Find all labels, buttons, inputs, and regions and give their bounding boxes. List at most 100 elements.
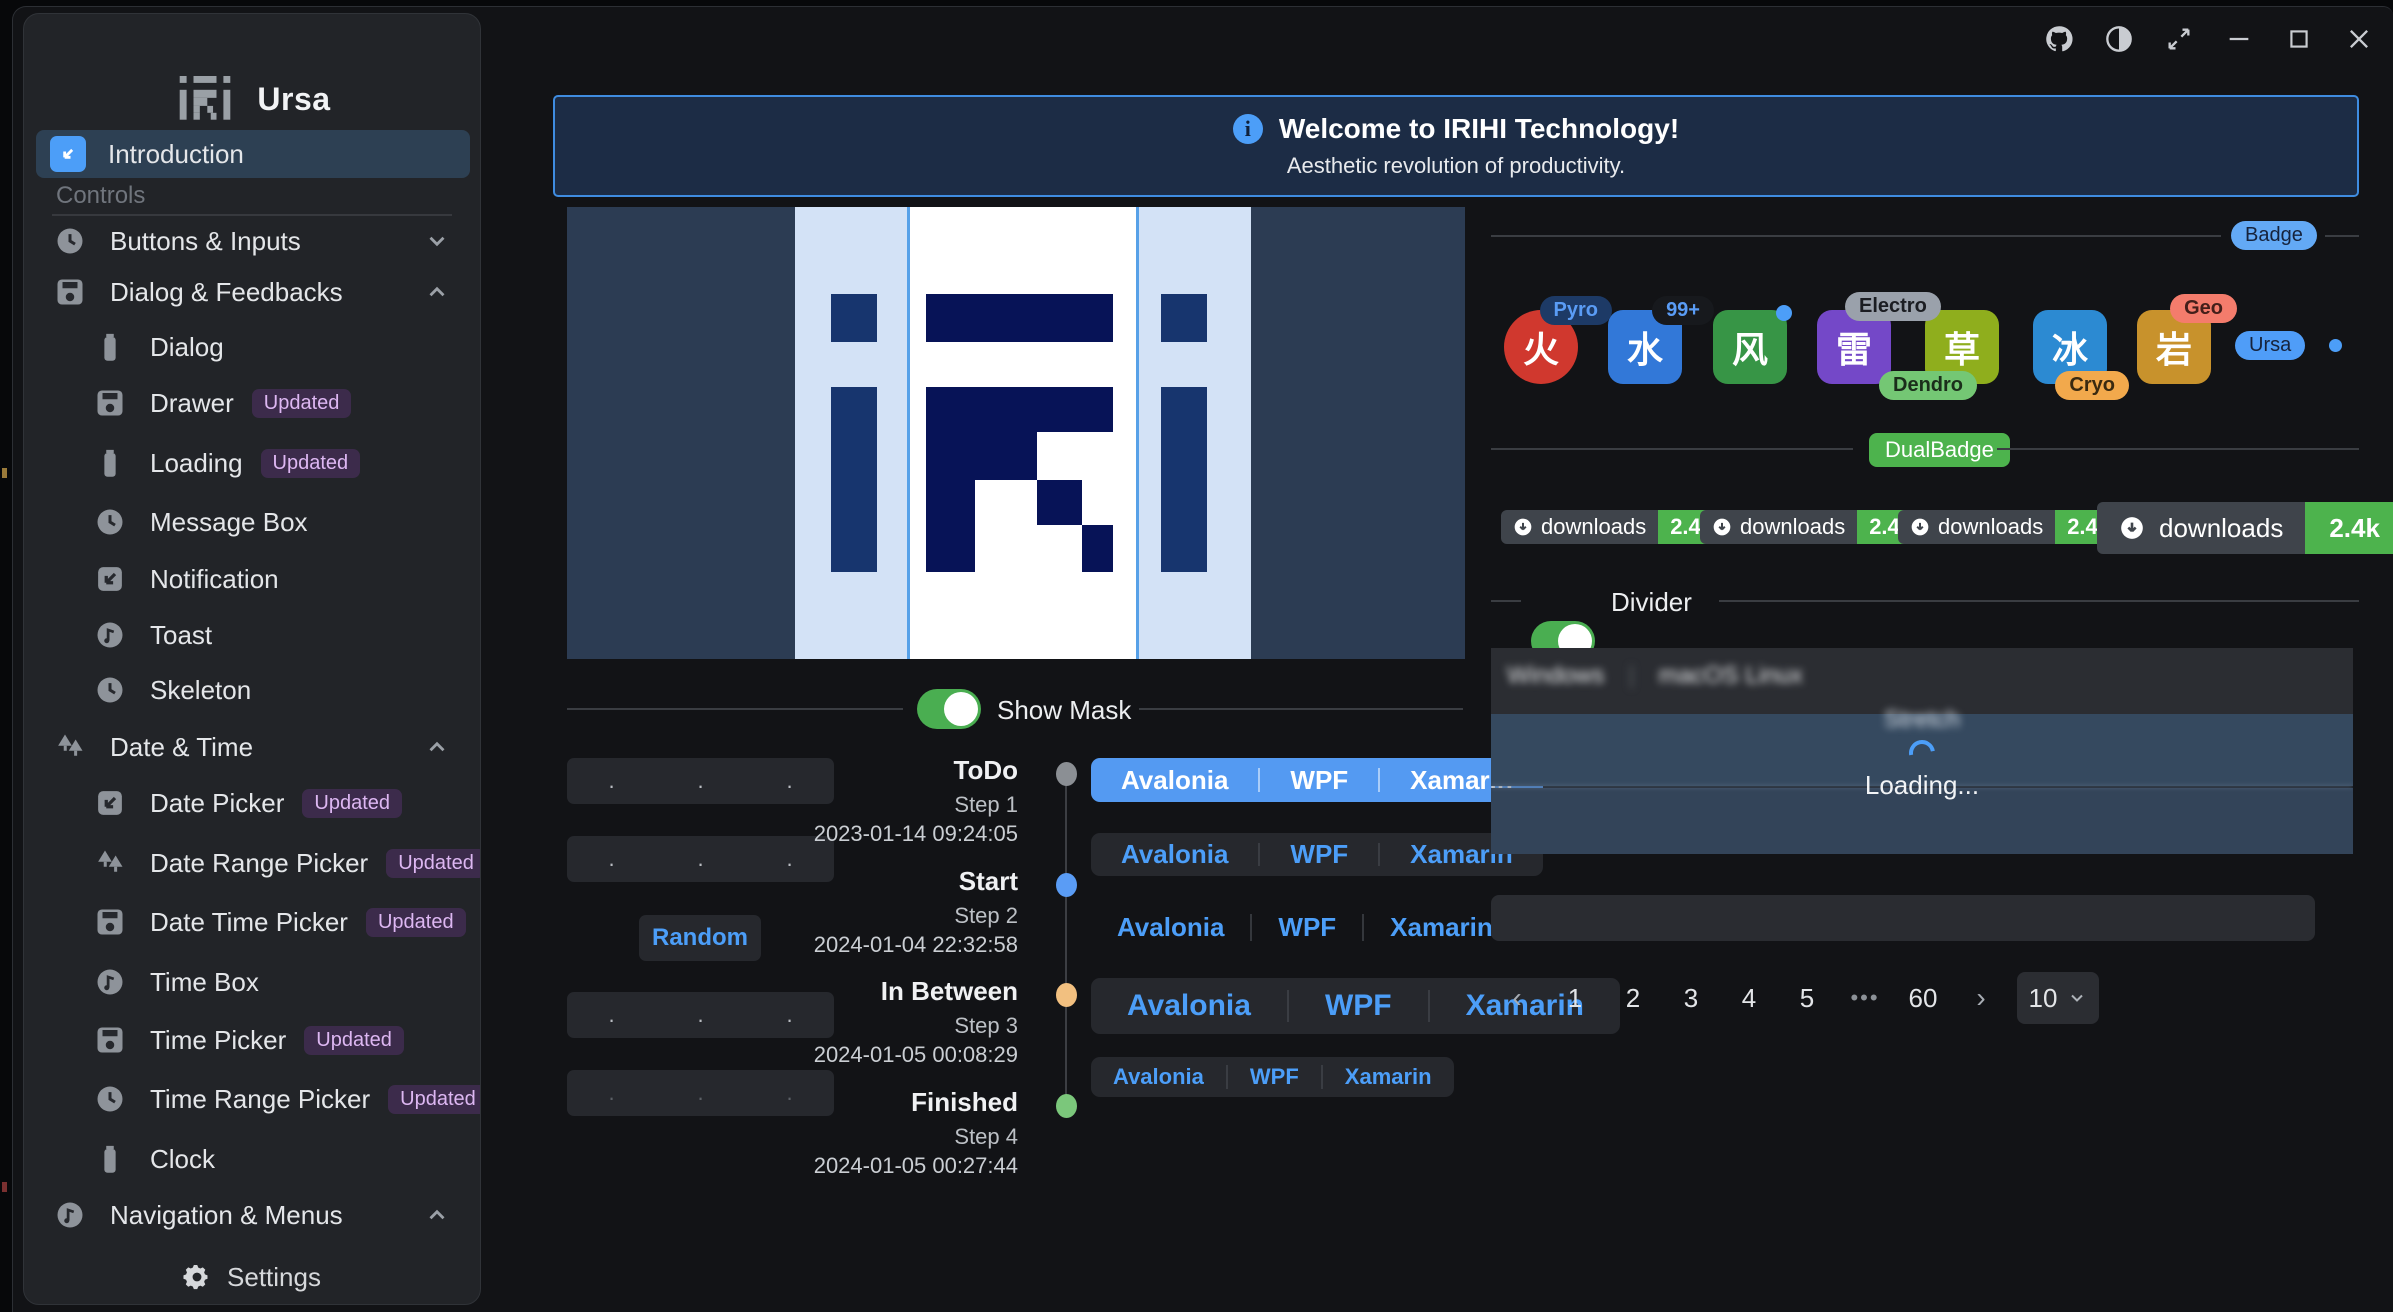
chevron-down-icon [424, 228, 450, 254]
sidebar-item-label: Date & Time [110, 732, 253, 763]
mask-border-line[interactable] [1136, 207, 1139, 659]
element-tile-cryo: 冰 Cryo [2033, 310, 2107, 384]
step-label: ToDo [954, 755, 1019, 786]
show-mask-toggle[interactable] [917, 689, 981, 729]
sidebar-item-time-range-picker[interactable]: Time Range Picker Updated [36, 1075, 470, 1123]
xamarin-button[interactable]: Xamarin [1323, 1057, 1454, 1097]
avalonia-button[interactable]: Avalonia [1091, 978, 1287, 1034]
badge-pyro: Pyro [1540, 296, 1612, 325]
date-range-input[interactable]: ... [567, 758, 834, 804]
sidebar-item-skeleton[interactable]: Skeleton [36, 666, 470, 714]
step-number: Step 3 [954, 1013, 1018, 1039]
pagination-prev-button[interactable]: ‹ [1495, 972, 1539, 1024]
theme-toggle-icon[interactable] [2099, 21, 2139, 57]
avalonia-button[interactable]: Avalonia [1091, 758, 1258, 802]
element-tile-anemo: 风 [1713, 310, 1787, 384]
sidebar-item-loading[interactable]: Loading Updated [36, 439, 470, 487]
step-timestamp: 2023-01-14 09:24:05 [814, 821, 1018, 847]
wpf-button[interactable]: WPF [1260, 758, 1378, 802]
github-icon[interactable] [2039, 21, 2079, 57]
sidebar-item-clock[interactable]: Clock [36, 1135, 470, 1183]
wpf-button[interactable]: WPF [1252, 906, 1362, 949]
sidebar-item-label: Loading [150, 448, 243, 479]
tab-macos-linux[interactable]: macOS Linux [1659, 662, 1803, 690]
text-input[interactable] [1491, 895, 2315, 941]
step-dot-start [1056, 873, 1077, 897]
date-range-input[interactable]: ... [567, 836, 834, 882]
dual-badge-downloads[interactable]: downloads 2.4k [1700, 510, 1924, 544]
pagination-ellipsis[interactable]: ••• [1843, 972, 1887, 1024]
loading-panel: Windows | macOS Linux Stretch Loading... [1491, 648, 2353, 854]
page-size-select[interactable]: 10 [2017, 972, 2099, 1024]
sidebar-item-dialog-feedbacks[interactable]: Dialog & Feedbacks [36, 268, 470, 316]
fullscreen-icon[interactable] [2159, 21, 2199, 57]
sidebar-item-label: Navigation & Menus [110, 1200, 343, 1231]
sidebar-item-label: Time Box [150, 967, 259, 998]
button-group-small: Avalonia WPF Xamarin [1091, 1057, 1454, 1097]
sidebar-item-drawer[interactable]: Drawer Updated [36, 379, 470, 427]
badge-geo: Geo [2170, 294, 2237, 323]
sidebar-item-time-box[interactable]: Time Box [36, 958, 470, 1006]
tab-windows[interactable]: Windows [1507, 662, 1604, 690]
avalonia-button[interactable]: Avalonia [1091, 1057, 1226, 1097]
maximize-button[interactable] [2279, 21, 2319, 57]
step-dot-in-between [1056, 983, 1077, 1007]
download-icon [1712, 517, 1732, 537]
loading-panel-tabs: Windows | macOS Linux [1507, 662, 1803, 690]
masked-logo-image [567, 207, 1465, 659]
pagination-next-button[interactable]: › [1959, 972, 2003, 1024]
updated-badge: Updated [304, 1026, 404, 1055]
music-note-icon [92, 964, 128, 1000]
wpf-button[interactable]: WPF [1289, 978, 1428, 1034]
updated-badge: Updated [302, 789, 402, 818]
sidebar-item-date-time-picker[interactable]: Date Time Picker Updated [36, 898, 470, 946]
settings-button[interactable]: Settings [25, 1251, 479, 1303]
sidebar-item-time-picker[interactable]: Time Picker Updated [36, 1016, 470, 1064]
welcome-banner: i Welcome to IRIHI Technology! Aesthetic… [553, 95, 2359, 197]
avalonia-button[interactable]: Avalonia [1091, 833, 1258, 876]
sidebar-item-date-time[interactable]: Date & Time [36, 723, 470, 771]
wpf-button[interactable]: WPF [1260, 833, 1378, 876]
titlebar [2039, 21, 2379, 57]
sidebar-item-navigation-menus[interactable]: Navigation & Menus [36, 1191, 470, 1239]
date-range-input[interactable]: ... [567, 992, 834, 1038]
pagination-page-3[interactable]: 3 [1669, 972, 1713, 1024]
avalonia-button[interactable]: Avalonia [1091, 906, 1250, 949]
step-label: In Between [881, 976, 1018, 1007]
sidebar-item-buttons-inputs[interactable]: Buttons & Inputs [36, 217, 470, 265]
close-button[interactable] [2339, 21, 2379, 57]
pagination-page-60[interactable]: 60 [1901, 972, 1945, 1024]
chevron-up-icon [424, 279, 450, 305]
pagination-page-5[interactable]: 5 [1785, 972, 1829, 1024]
sidebar-item-toast[interactable]: Toast [36, 611, 470, 659]
steps-connector-line [1065, 773, 1067, 1105]
sidebar-item-introduction[interactable]: Introduction [36, 130, 470, 178]
random-button[interactable]: Random [639, 915, 761, 961]
sidebar-item-message-box[interactable]: Message Box [36, 498, 470, 546]
dual-badge-downloads[interactable]: downloads 2.4k [1898, 510, 2122, 544]
step-timestamp: 2024-01-05 00:27:44 [814, 1153, 1018, 1179]
sidebar-item-date-picker[interactable]: Date Picker Updated [36, 779, 470, 827]
button-group-dark: Avalonia WPF Xamarin [1091, 833, 1543, 876]
sidebar-item-date-range-picker[interactable]: Date Range Picker Updated [36, 839, 470, 887]
divider-line [1997, 448, 2359, 450]
sidebar-item-dialog[interactable]: Dialog [36, 323, 470, 371]
dual-badge-downloads-large[interactable]: downloads 2.4k [2097, 502, 2393, 554]
battery-icon [92, 329, 128, 365]
button-group-borderless: Avalonia WPF Xamarin [1091, 906, 1519, 949]
wpf-button[interactable]: WPF [1228, 1057, 1321, 1097]
sidebar-item-label: Introduction [108, 139, 244, 170]
pagination-page-2[interactable]: 2 [1611, 972, 1655, 1024]
mask-border-line[interactable] [907, 207, 910, 659]
sidebar-item-label: Dialog [150, 332, 224, 363]
badge-electro: Electro [1845, 292, 1941, 321]
arrow-square-icon [92, 785, 128, 821]
pagination-page-4[interactable]: 4 [1727, 972, 1771, 1024]
pagination-page-1[interactable]: 1 [1553, 972, 1597, 1024]
updated-badge: Updated [366, 908, 466, 937]
floppy-icon [52, 274, 88, 310]
pagination: ‹ 1 2 3 4 5 ••• 60 › 10 [1495, 972, 2099, 1024]
minimize-button[interactable] [2219, 21, 2259, 57]
dual-badge-downloads[interactable]: downloads 2.4k [1501, 510, 1725, 544]
sidebar-item-notification[interactable]: Notification [36, 555, 470, 603]
